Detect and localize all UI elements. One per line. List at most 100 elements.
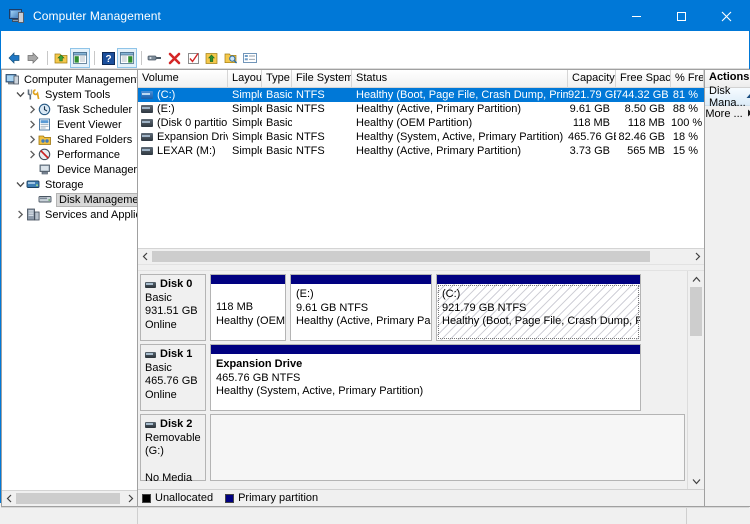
chevron-right-icon[interactable] xyxy=(27,133,38,146)
tree-scroll-thumb[interactable] xyxy=(16,493,120,504)
table-row[interactable]: (C:) Simple Basic NTFS Healthy (Boot, Page F… xyxy=(138,88,704,102)
disk-header[interactable]: Disk 0 Basic 931.51 GB Online xyxy=(140,274,206,341)
help-icon[interactable]: ? xyxy=(99,49,117,67)
list-view-icon[interactable] xyxy=(241,49,259,67)
layout-cell: Simple xyxy=(232,103,262,115)
volume-scroll-left-button[interactable] xyxy=(138,250,152,263)
tree-scroll-right-button[interactable] xyxy=(123,492,137,505)
column-header-fre[interactable]: % Fre xyxy=(671,70,704,87)
actions-more-label: More ... xyxy=(705,108,743,120)
status-cell: Healthy (Boot, Page File, Crash Dump, Pr… xyxy=(356,89,568,101)
legend-item: Unallocated xyxy=(142,492,213,504)
actions-disk-management-item[interactable]: Disk Mana... xyxy=(705,85,750,109)
chevron-right-icon[interactable] xyxy=(27,148,38,161)
free-space-cell: 744.32 GB xyxy=(616,89,669,101)
show-hide-action-pane-icon[interactable] xyxy=(117,48,137,68)
chevron-right-icon[interactable] xyxy=(27,118,38,131)
graph-scroll-up-button[interactable] xyxy=(688,271,704,287)
disk-list[interactable]: Disk 0 Basic 931.51 GB Online 118 MB Healthy … xyxy=(138,271,687,489)
menu-bar[interactable] xyxy=(1,31,749,48)
column-header-free-space[interactable]: Free Space xyxy=(616,70,671,87)
volume-name: LEXAR (M:) xyxy=(157,145,216,157)
volume-cell: (Disk 0 partition 1) xyxy=(138,117,228,129)
table-row[interactable]: Expansion Drive Simple Basic NTFS Healthy (S… xyxy=(138,130,704,144)
partition-block[interactable]: Expansion Drive 465.76 GB NTFS Healthy (Sy… xyxy=(210,344,641,411)
volume-list-rows[interactable]: (C:) Simple Basic NTFS Healthy (Boot, Page F… xyxy=(138,88,704,248)
sidebar-item-performance[interactable]: Performance xyxy=(2,147,137,162)
column-header-type[interactable]: Type xyxy=(262,70,292,87)
chevron-up-icon[interactable] xyxy=(746,92,750,101)
graph-scroll-thumb[interactable] xyxy=(690,287,702,336)
disk-header[interactable]: Disk 1 Basic 465.76 GB Online xyxy=(140,344,206,411)
column-header-layout[interactable]: Layout xyxy=(228,70,262,87)
disk-name: Disk 2 xyxy=(160,418,193,430)
tree-scroll-track[interactable] xyxy=(16,492,123,505)
file-system-cell: NTFS xyxy=(296,131,325,143)
performance-icon xyxy=(38,148,54,162)
tree-horizontal-scrollbar[interactable] xyxy=(2,490,137,506)
partition-label: (E:) xyxy=(296,288,314,300)
disk-name-row: Disk 0 xyxy=(145,278,201,292)
sidebar-item-event-viewer[interactable]: Event Viewer xyxy=(2,117,137,132)
sidebar-item-services-and-applications[interactable]: Services and Applications xyxy=(2,207,137,222)
column-header-file-system[interactable]: File System xyxy=(292,70,352,87)
table-row[interactable]: (Disk 0 partition 1) Simple Basic Healthy (… xyxy=(138,116,704,130)
column-header-status[interactable]: Status xyxy=(352,70,568,87)
pane-splitter[interactable] xyxy=(138,264,704,271)
close-button[interactable] xyxy=(704,1,749,31)
tree-item-computer-management[interactable]: Computer Management (Local xyxy=(2,72,137,87)
sidebar-item-system-tools[interactable]: System Tools xyxy=(2,87,137,102)
show-hide-console-tree-icon[interactable] xyxy=(70,48,90,68)
volume-list-header[interactable]: Volume Layout Type File System Status Capacit… xyxy=(138,70,704,88)
chevron-down-icon[interactable] xyxy=(15,178,26,191)
search-icon[interactable] xyxy=(222,49,240,67)
sidebar-item-disk-management[interactable]: Disk Management xyxy=(2,192,137,207)
sidebar-item-shared-folders[interactable]: Shared Folders xyxy=(2,132,137,147)
volume-scroll-thumb[interactable] xyxy=(152,251,650,262)
table-row[interactable]: (E:) Simple Basic NTFS Healthy (Active, Prim… xyxy=(138,102,704,116)
table-row[interactable]: LEXAR (M:) Simple Basic NTFS Healthy (Active… xyxy=(138,144,704,158)
disk-header[interactable]: Disk 2 Removable (G:) No Media xyxy=(140,414,206,484)
partition-block[interactable]: (C:) 921.79 GB NTFS Healthy (Boot, Page Fi… xyxy=(436,274,641,341)
disk-icon xyxy=(145,351,156,358)
partition-block[interactable]: (E:) 9.61 GB NTFS Healthy (Active, Primary… xyxy=(290,274,432,341)
refresh-icon[interactable] xyxy=(184,49,202,67)
graph-vertical-scrollbar[interactable] xyxy=(687,271,704,489)
layout-cell: Simple xyxy=(232,89,262,101)
graph-scroll-down-button[interactable] xyxy=(688,473,704,489)
properties-icon[interactable] xyxy=(146,49,164,67)
partition-color-bar xyxy=(437,275,640,284)
volume-scroll-right-button[interactable] xyxy=(690,250,704,263)
disk-name: Disk 1 xyxy=(160,348,193,360)
chevron-right-icon[interactable] xyxy=(15,208,26,221)
chevron-right-icon[interactable] xyxy=(27,103,38,116)
maximize-button[interactable] xyxy=(659,1,704,31)
partition-label: (C:) xyxy=(442,288,461,300)
partition-info: Expansion Drive 465.76 GB NTFS Healthy (Sy… xyxy=(211,354,640,410)
console-tree[interactable]: Computer Management (Local System Tools … xyxy=(2,70,137,490)
column-header-capacity[interactable]: Capacity xyxy=(568,70,616,87)
forward-icon[interactable] xyxy=(24,49,42,67)
tree-scroll-left-button[interactable] xyxy=(2,492,16,505)
rescan-disks-icon[interactable] xyxy=(203,49,221,67)
partition-block[interactable]: 118 MBHealthy (OEM Par xyxy=(210,274,286,341)
up-one-level-icon[interactable] xyxy=(52,49,70,67)
toolbar-separator xyxy=(47,51,48,65)
delete-icon[interactable] xyxy=(165,49,183,67)
window-controls xyxy=(614,1,749,31)
volume-icon xyxy=(141,91,153,99)
chevron-down-icon[interactable] xyxy=(15,88,26,101)
graph-scroll-track[interactable] xyxy=(688,336,704,473)
column-header-volume[interactable]: Volume xyxy=(138,70,228,87)
sidebar-item-storage[interactable]: Storage xyxy=(2,177,137,192)
minimize-button[interactable] xyxy=(614,1,659,31)
volume-name: (C:) xyxy=(157,89,176,101)
sidebar-item-task-scheduler[interactable]: Task Scheduler xyxy=(2,102,137,117)
tree-item-label: Shared Folders xyxy=(57,133,133,146)
tree-item-label: Services and Applications xyxy=(45,208,137,221)
back-icon[interactable] xyxy=(5,49,23,67)
volume-scroll-track[interactable] xyxy=(152,250,690,263)
sidebar-item-device-manager[interactable]: Device Manager xyxy=(2,162,137,177)
storage-icon xyxy=(26,178,42,192)
volume-list-horizontal-scrollbar[interactable] xyxy=(138,248,704,264)
